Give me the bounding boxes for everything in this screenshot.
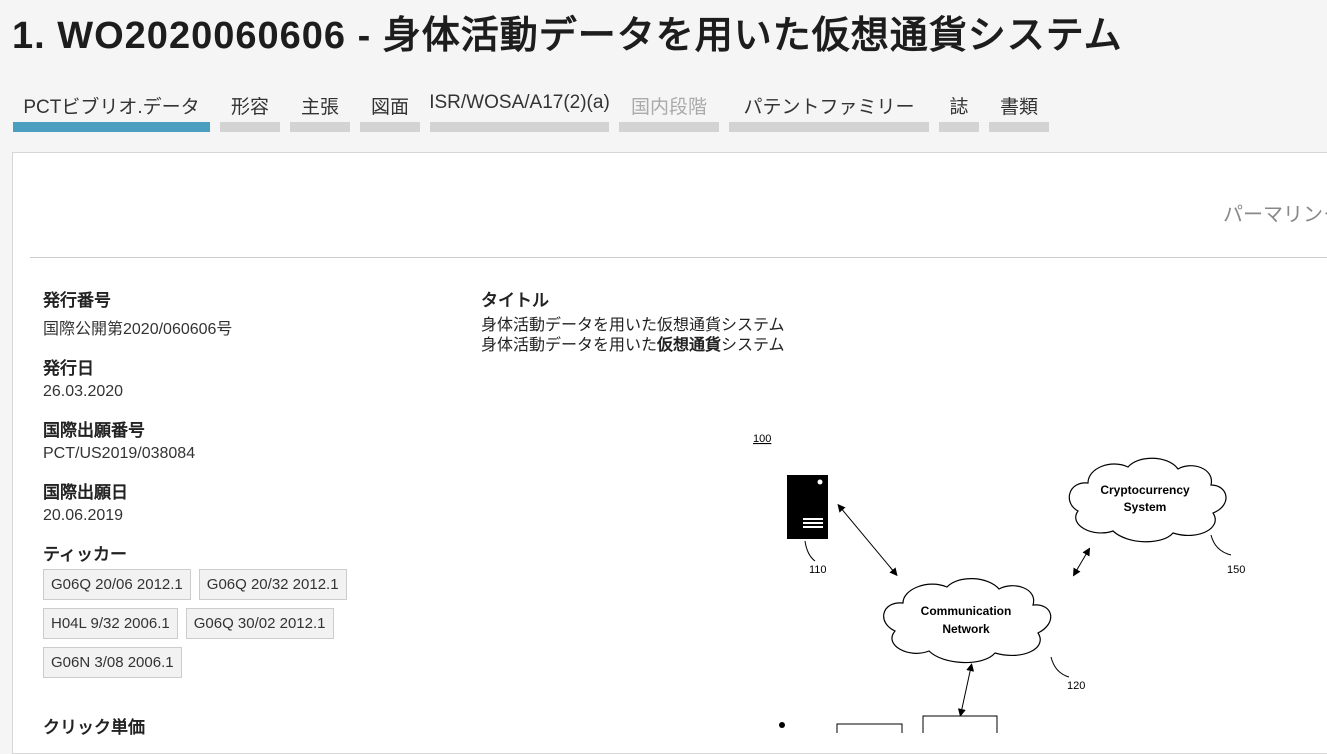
- ipc-field: ティッカー G06Q 20/06 2012.1 G06Q 20/32 2012.…: [43, 540, 443, 678]
- cloud-label: System: [1124, 500, 1167, 514]
- ipc-label: ティッカー: [43, 545, 127, 564]
- representative-drawing[interactable]: 100 110 Cryptocurrency System 150 Commun…: [733, 423, 1293, 733]
- page-title: 1. WO2020060606 - 身体活動データを用いた仮想通貨システム: [12, 15, 1123, 57]
- ipc-list: G06Q 20/06 2012.1 G06Q 20/32 2012.1 H04L…: [43, 569, 363, 678]
- tab-isr-wosa[interactable]: ISR/WOSA/A17(2)(a): [429, 88, 610, 132]
- pub-number-value: 国際公開第2020/060606号: [43, 321, 233, 338]
- divider: [30, 257, 1327, 258]
- title-label: タイトル: [481, 291, 549, 310]
- app-date-value: 20.06.2019: [43, 507, 124, 524]
- title-ja: 身体活動データを用いた仮想通貨システム: [481, 317, 785, 334]
- tab-drawings[interactable]: 図面: [360, 88, 420, 132]
- ref-100: 100: [753, 433, 771, 445]
- ipc-tag[interactable]: H04L 9/32 2006.1: [43, 608, 178, 639]
- tab-patent-family[interactable]: パテントファミリー: [729, 88, 929, 132]
- app-number-field: 国際出願番号 PCT/US2019/038084: [43, 416, 443, 463]
- cloud-label: Cryptocurrency: [1100, 483, 1190, 497]
- pub-number-label: 発行番号: [43, 291, 111, 310]
- tab-notices[interactable]: 誌: [939, 88, 979, 132]
- title-highlighted: 身体活動データを用いた仮想通貨システム: [481, 336, 785, 356]
- ipc-tag[interactable]: G06Q 20/32 2012.1: [198, 569, 347, 600]
- title-part: 身体活動データを用いた: [481, 337, 658, 354]
- tab-national-phase: 国内段階: [619, 88, 719, 132]
- app-number-label: 国際出願番号: [43, 421, 145, 440]
- title-part: システム: [721, 337, 785, 354]
- communication-network-cloud: Communication Network: [883, 578, 1052, 664]
- tab-claims[interactable]: 主張: [290, 88, 350, 132]
- cryptocurrency-cloud: Cryptocurrency System: [1068, 457, 1227, 543]
- app-number-value: PCT/US2019/038084: [43, 445, 196, 462]
- tab-description[interactable]: 形容: [220, 88, 280, 132]
- biblio-column: 発行番号 国際公開第2020/060606号 発行日 26.03.2020 国際…: [43, 286, 443, 693]
- pub-date-field: 発行日 26.03.2020: [43, 354, 443, 401]
- ref-120: 120: [1067, 680, 1085, 692]
- ipc-tag[interactable]: G06Q 30/02 2012.1: [185, 608, 334, 639]
- ipc-tag[interactable]: G06N 3/08 2006.1: [43, 647, 182, 678]
- cloud-label: Network: [942, 622, 990, 636]
- pub-date-label: 発行日: [43, 359, 94, 378]
- cloud-label: Communication: [921, 604, 1012, 618]
- permalink-link[interactable]: パーマリンク: [1223, 198, 1327, 227]
- tab-documents[interactable]: 書類: [989, 88, 1049, 132]
- ref-150: 150: [1227, 564, 1245, 576]
- app-date-label: 国際出願日: [43, 483, 128, 502]
- server-icon: [787, 475, 828, 539]
- title-highlight: 仮想通貨: [657, 337, 722, 354]
- content-panel: パーマリンク 発行番号 国際公開第2020/060606号 発行日 26.03.…: [12, 152, 1327, 754]
- ipc-tag[interactable]: G06Q 20/06 2012.1: [43, 569, 191, 600]
- app-date-field: 国際出願日 20.06.2019: [43, 478, 443, 525]
- tab-pct-biblio[interactable]: PCTビブリオ.データ: [13, 88, 210, 132]
- ref-110: 110: [809, 564, 827, 576]
- next-field-label: クリック単価: [43, 718, 145, 737]
- pub-date-value: 26.03.2020: [43, 383, 124, 400]
- pub-number-field: 発行番号 国際公開第2020/060606号: [43, 286, 443, 339]
- title-block: タイトル 身体活動データを用いた仮想通貨システム 身体活動データを用いた仮想通貨…: [481, 286, 785, 356]
- tab-bar: PCTビブリオ.データ 形容 主張 図面 ISR/WOSA/A17(2)(a) …: [13, 88, 1049, 132]
